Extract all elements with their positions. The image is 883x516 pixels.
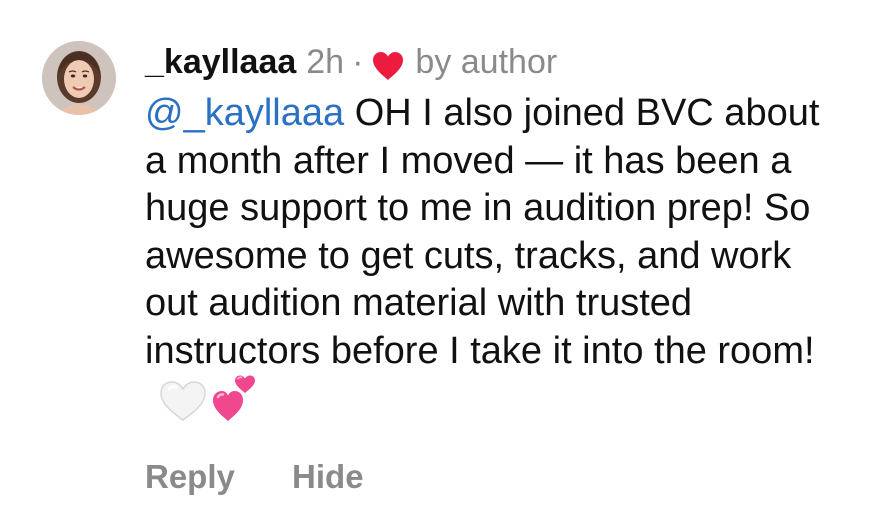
hide-button[interactable]: Hide [292,458,364,495]
comment-header: _kayllaaa 2h · by author [145,38,845,86]
comment: _kayllaaa 2h · by author @_kayllaaa OH I… [0,0,883,516]
mention-link[interactable]: @_kayllaaa [145,92,344,134]
liked-by-author-label: by author [415,43,558,81]
reply-button[interactable]: Reply [145,458,235,495]
separator-dot: · [352,43,364,81]
two-hearts-icon [211,375,261,423]
comment-body: @_kayllaaa OH I also joined BVC about a … [145,90,835,426]
comment-time: 2h [306,43,345,81]
avatar-photo [42,41,116,115]
comment-content: _kayllaaa 2h · by author @_kayllaaa OH I… [145,38,845,426]
comment-username[interactable]: _kayllaaa [145,38,296,86]
heart-icon [371,47,405,80]
comment-actions: Reply Hide [145,455,364,499]
avatar[interactable] [42,41,116,115]
white-heart-icon [157,379,209,423]
